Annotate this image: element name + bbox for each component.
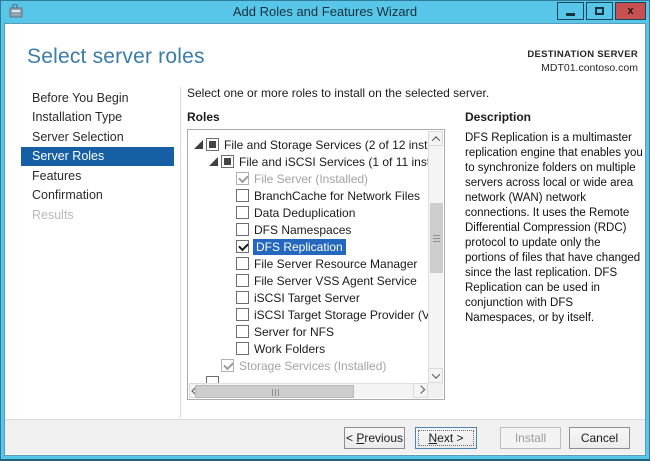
sidebar-item-confirmation[interactable]: Confirmation [21, 186, 174, 206]
page-title: Select server roles [27, 45, 205, 69]
description-title: Description [465, 110, 531, 124]
checkbox-unchecked[interactable] [206, 376, 219, 383]
tree-row-item[interactable] [189, 374, 428, 383]
instruction-text: Select one or more roles to install on t… [187, 86, 489, 100]
tree-item-label[interactable]: File Server (Installed) [254, 172, 368, 186]
destination-label: DESTINATION SERVER [527, 49, 638, 60]
checkbox-unchecked[interactable] [236, 257, 249, 270]
checkbox-unchecked[interactable] [236, 206, 249, 219]
tree-row-file-server-installed[interactable]: File Server (Installed) [189, 170, 428, 187]
sidebar-item-before-you-begin[interactable]: Before You Begin [21, 88, 174, 108]
tree-row-file-server-resource-manager[interactable]: File Server Resource Manager [189, 255, 428, 272]
tree-row-file-and-storage-services-2-of[interactable]: File and Storage Services (2 of 12 insta… [189, 136, 428, 153]
expander-icon[interactable] [194, 140, 203, 149]
tree-item-label[interactable]: Storage Services (Installed) [239, 359, 386, 373]
tree-row-storage-services-installed[interactable]: Storage Services (Installed) [189, 357, 428, 374]
checkbox-unchecked[interactable] [236, 325, 249, 338]
vertical-scrollbar[interactable] [428, 131, 443, 383]
minimize-icon [566, 13, 575, 16]
tree-row-dfs-namespaces[interactable]: DFS Namespaces [189, 221, 428, 238]
next-button[interactable]: Next > [415, 427, 477, 449]
sidebar-divider [180, 87, 181, 418]
checkbox-checked[interactable] [236, 240, 249, 253]
scroll-down-button[interactable] [428, 368, 443, 383]
cancel-button[interactable]: Cancel [569, 427, 630, 449]
tree-row-file-and-iscsi-services-1-of-1[interactable]: File and iSCSI Services (1 of 11 install… [189, 153, 428, 170]
checkbox-unchecked[interactable] [236, 189, 249, 202]
chevron-down-icon [431, 370, 439, 378]
scroll-up-button[interactable] [428, 131, 443, 146]
tree-item-label[interactable]: Work Folders [254, 342, 325, 356]
tree-row-dfs-replication[interactable]: DFS Replication [189, 238, 428, 255]
install-button[interactable]: Install [500, 427, 561, 449]
sidebar-item-installation-type[interactable]: Installation Type [21, 108, 174, 128]
tree-item-label[interactable]: File Server Resource Manager [254, 257, 417, 271]
tree-item-label[interactable]: DFS Namespaces [254, 223, 351, 237]
checkbox-indeterminate[interactable] [206, 138, 219, 151]
tree-item-label[interactable]: iSCSI Target Storage Provider (VDS and V… [254, 308, 428, 322]
checkbox-checked-disabled[interactable] [236, 172, 249, 185]
tree-item-label[interactable]: File and Storage Services (2 of 12 insta… [224, 138, 428, 152]
window-title: Add Roles and Features Wizard [0, 4, 650, 19]
horizontal-scrollbar[interactable] [189, 383, 428, 398]
tree-item-label[interactable]: DFS Replication [253, 239, 346, 255]
wizard-window: Add Roles and Features Wizard x Select s… [0, 0, 650, 461]
tree-row-file-server-vss-agent-service[interactable]: File Server VSS Agent Service [189, 272, 428, 289]
sidebar-nav: Before You BeginInstallation TypeServer … [21, 88, 174, 225]
checkbox-unchecked[interactable] [236, 223, 249, 236]
expander-icon[interactable] [209, 157, 218, 166]
roles-label: Roles [187, 110, 220, 124]
roles-listbox: File and Storage Services (2 of 12 insta… [187, 129, 445, 400]
sidebar-item-server-roles[interactable]: Server Roles [21, 147, 174, 167]
checkbox-unchecked[interactable] [236, 291, 249, 304]
tree-row-data-deduplication[interactable]: Data Deduplication [189, 204, 428, 221]
checkbox-unchecked[interactable] [236, 274, 249, 287]
tree-item-label[interactable]: File and iSCSI Services (1 of 11 install… [239, 155, 428, 169]
chevron-up-icon [431, 136, 439, 144]
description-body: DFS Replication is a multimaster replica… [465, 131, 643, 326]
scroll-right-button[interactable] [413, 383, 428, 398]
close-icon: x [627, 6, 633, 17]
tree-row-iscsi-target-storage-provider-[interactable]: iSCSI Target Storage Provider (VDS and V… [189, 306, 428, 323]
checkbox-unchecked[interactable] [236, 342, 249, 355]
chevron-right-icon [416, 385, 424, 393]
tree-row-iscsi-target-server[interactable]: iSCSI Target Server [189, 289, 428, 306]
sidebar-item-server-selection[interactable]: Server Selection [21, 127, 174, 147]
destination-server-block: DESTINATION SERVER MDT01.contoso.com [527, 49, 638, 74]
scrollbar-corner [428, 383, 443, 398]
tree-row-branchcache-for-network-files[interactable]: BranchCache for Network Files [189, 187, 428, 204]
tree-row-work-folders[interactable]: Work Folders [189, 340, 428, 357]
title-bar[interactable]: Add Roles and Features Wizard x [0, 0, 650, 23]
checkbox-unchecked[interactable] [236, 308, 249, 321]
tree-item-label[interactable]: Server for NFS [254, 325, 334, 339]
sidebar-item-results: Results [21, 205, 174, 225]
maximize-icon [595, 7, 604, 15]
maximize-button[interactable] [586, 2, 613, 20]
close-button[interactable]: x [615, 2, 646, 20]
destination-server-name: MDT01.contoso.com [527, 62, 638, 74]
checkbox-indeterminate[interactable] [221, 155, 234, 168]
sidebar-item-features[interactable]: Features [21, 166, 174, 186]
horizontal-scroll-thumb[interactable] [195, 385, 354, 398]
vertical-scroll-thumb[interactable] [430, 203, 443, 273]
previous-button[interactable]: < Previous [344, 427, 405, 449]
roles-tree: File and Storage Services (2 of 12 insta… [189, 131, 428, 383]
checkbox-checked-disabled[interactable] [221, 359, 234, 372]
tree-row-server-for-nfs[interactable]: Server for NFS [189, 323, 428, 340]
tree-item-label[interactable]: Data Deduplication [254, 206, 355, 220]
tree-item-label[interactable]: File Server VSS Agent Service [254, 274, 417, 288]
minimize-button[interactable] [557, 2, 584, 20]
tree-item-label[interactable]: BranchCache for Network Files [254, 189, 420, 203]
tree-item-label[interactable]: iSCSI Target Server [254, 291, 360, 305]
